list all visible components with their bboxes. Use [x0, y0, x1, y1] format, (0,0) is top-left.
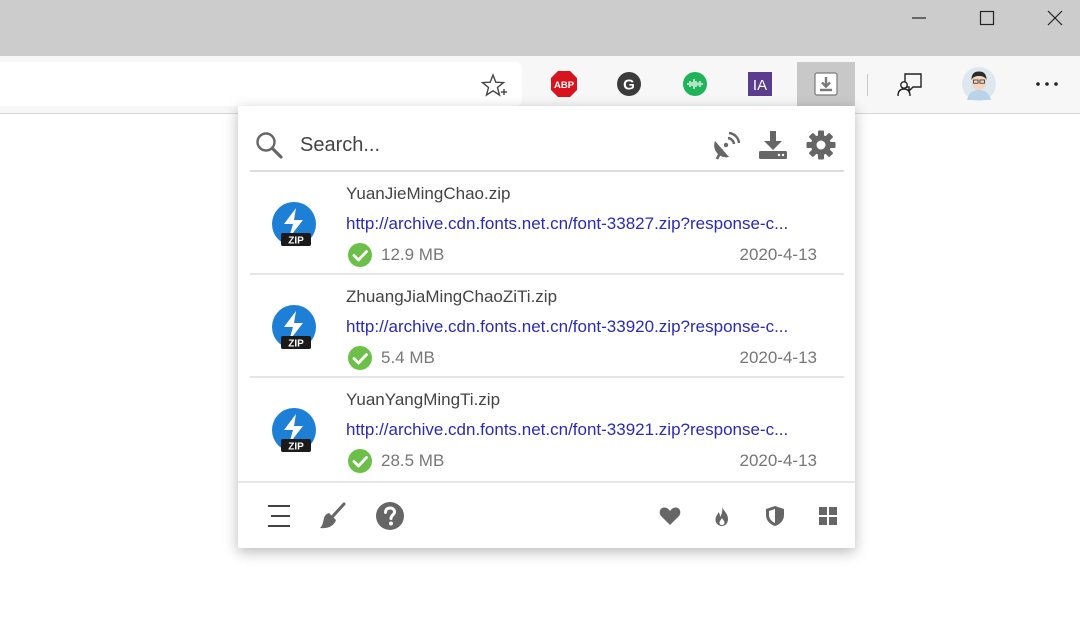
close-icon: [1047, 10, 1063, 26]
search-bar: [250, 118, 844, 172]
broom-icon: [320, 502, 346, 529]
menu-button[interactable]: [262, 499, 296, 533]
audio-wave-icon: [683, 72, 707, 96]
security-button[interactable]: [758, 499, 792, 533]
hamburger-menu-icon: [268, 505, 290, 527]
svg-text:G: G: [623, 77, 635, 94]
grammarly-extension[interactable]: G: [611, 66, 647, 102]
title-bar: [0, 0, 1080, 56]
grammarly-icon: G: [617, 72, 641, 96]
download-manager-popup: ZIP YuanJieMingChao.zip http://archive.c…: [238, 106, 855, 548]
complete-check-icon: [348, 449, 372, 473]
grid-icon: [819, 507, 837, 525]
download-item[interactable]: ZIP ZhuangJiaMingChaoZiTi.zip http://arc…: [250, 275, 844, 378]
zip-file-icon: ZIP: [272, 305, 316, 350]
address-bar[interactable]: [0, 62, 522, 106]
download-item[interactable]: ZIP YuanYangMingTi.zip http://archive.cd…: [250, 378, 844, 481]
maximize-icon: [979, 10, 995, 26]
favorite-star-icon[interactable]: [481, 73, 507, 99]
heart-icon: [659, 507, 681, 525]
profile-avatar-button[interactable]: [961, 66, 997, 102]
search-input[interactable]: [300, 130, 680, 160]
toolbar-separator: [867, 74, 868, 96]
feedback-button[interactable]: [892, 66, 928, 102]
help-icon: [376, 502, 404, 530]
file-url[interactable]: http://archive.cdn.fonts.net.cn/font-339…: [346, 317, 816, 337]
download-icon: [759, 131, 787, 159]
internet-archive-icon: IA: [748, 72, 772, 96]
download-item[interactable]: ZIP YuanJieMingChao.zip http://archive.c…: [250, 172, 844, 275]
download-date: 2020-4-13: [739, 451, 817, 470]
new-download-button[interactable]: [756, 128, 790, 162]
gear-icon: [806, 130, 836, 160]
download-date: 2020-4-13: [739, 348, 817, 367]
download-date: 2020-4-13: [739, 245, 817, 264]
file-name: YuanJieMingChao.zip: [346, 184, 511, 203]
svg-text:ZIP: ZIP: [288, 442, 304, 453]
download-manager-extension[interactable]: [797, 62, 855, 106]
zip-file-icon: ZIP: [272, 202, 316, 247]
more-dots-icon: [1036, 82, 1058, 86]
fire-icon: [715, 506, 728, 526]
search-icon: [256, 132, 283, 159]
complete-check-icon: [348, 243, 372, 267]
complete-check-icon: [348, 346, 372, 370]
help-button[interactable]: [373, 499, 407, 533]
svg-text:ZIP: ZIP: [288, 339, 304, 350]
svg-text:ZIP: ZIP: [288, 236, 304, 247]
satellite-signal-icon: [714, 131, 741, 160]
minimize-icon: [912, 17, 926, 19]
sniff-media-button[interactable]: [710, 128, 744, 162]
adblock-plus-extension[interactable]: ABP: [546, 66, 582, 102]
settings-button[interactable]: [804, 128, 838, 162]
file-url[interactable]: http://archive.cdn.fonts.net.cn/font-339…: [346, 420, 816, 440]
file-size: 5.4 MB: [381, 348, 435, 367]
shield-icon: [766, 506, 784, 526]
file-name: ZhuangJiaMingChaoZiTi.zip: [346, 287, 558, 306]
download-manager-icon: [814, 72, 838, 96]
maximize-button[interactable]: [953, 0, 1021, 36]
popup-footer: [238, 481, 855, 548]
hot-button[interactable]: [705, 499, 739, 533]
svg-text:ABP: ABP: [554, 80, 575, 91]
file-url[interactable]: http://archive.cdn.fonts.net.cn/font-338…: [346, 214, 816, 234]
minimize-button[interactable]: [885, 0, 953, 36]
audio-extension[interactable]: [677, 66, 713, 102]
favorite-button[interactable]: [653, 499, 687, 533]
svg-text:IA: IA: [753, 77, 767, 94]
more-options-button[interactable]: [1029, 66, 1065, 102]
adblock-plus-icon: ABP: [551, 71, 577, 97]
file-name: YuanYangMingTi.zip: [346, 390, 501, 409]
file-size: 28.5 MB: [381, 451, 445, 470]
close-button[interactable]: [1021, 0, 1080, 36]
avatar: [962, 67, 996, 101]
zip-file-icon: ZIP: [272, 408, 316, 453]
clear-list-button[interactable]: [315, 499, 349, 533]
feedback-icon: [897, 73, 922, 97]
download-list: ZIP YuanJieMingChao.zip http://archive.c…: [250, 172, 844, 481]
internet-archive-extension[interactable]: IA: [742, 66, 778, 102]
file-size: 12.9 MB: [381, 245, 445, 264]
apps-button[interactable]: [811, 499, 845, 533]
